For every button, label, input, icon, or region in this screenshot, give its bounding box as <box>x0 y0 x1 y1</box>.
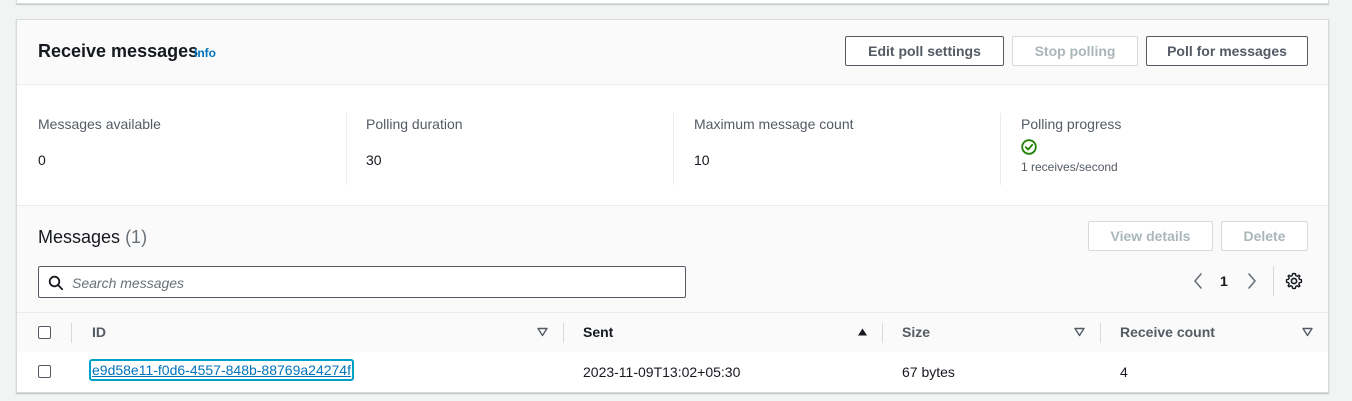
table-row[interactable]: e9d58e11-f0d6-4557-848b-88769a24274f 202… <box>17 352 1328 391</box>
stat-label: Polling progress <box>1021 116 1122 132</box>
table-header: ID Sent Size Receive count <box>17 312 1328 353</box>
stat-label: Polling duration <box>366 116 463 132</box>
divider <box>1100 323 1101 343</box>
column-header-id[interactable]: ID <box>92 324 106 340</box>
receive-messages-header: Receive messages Info Edit poll settings… <box>17 20 1328 85</box>
receive-messages-panel: Receive messages Info Edit poll settings… <box>16 19 1329 393</box>
row-checkbox[interactable] <box>38 365 51 378</box>
success-check-icon <box>1021 139 1037 155</box>
column-header-sent[interactable]: Sent <box>583 324 613 340</box>
divider <box>1273 266 1274 296</box>
divider <box>563 323 564 343</box>
stat-value: 0 <box>38 152 46 168</box>
stat-messages-available: Messages available 0 <box>38 85 338 205</box>
stat-max-message-count: Maximum message count 10 <box>694 85 994 205</box>
column-header-size[interactable]: Size <box>902 324 930 340</box>
stat-value: 30 <box>366 152 382 168</box>
sort-descending-icon[interactable] <box>1302 327 1313 337</box>
search-icon <box>48 275 64 291</box>
polling-stats: Messages available 0 Polling duration 30… <box>17 85 1328 205</box>
gear-icon[interactable] <box>1285 272 1303 290</box>
select-all-checkbox[interactable] <box>38 326 51 339</box>
info-link[interactable]: Info <box>194 46 216 60</box>
view-details-button[interactable]: View details <box>1088 221 1213 251</box>
divider <box>71 323 72 343</box>
stat-label: Messages available <box>38 116 161 132</box>
sort-descending-icon[interactable] <box>537 327 548 337</box>
divider <box>882 323 883 343</box>
polling-rate: 1 receives/second <box>1021 160 1118 174</box>
messages-count: (1) <box>125 227 148 247</box>
previous-panel-edge <box>16 0 1329 4</box>
divider <box>673 113 674 185</box>
message-id-link[interactable]: e9d58e11-f0d6-4557-848b-88769a24274f <box>89 359 354 381</box>
stat-value: 10 <box>694 152 710 168</box>
cell-size: 67 bytes <box>902 364 955 380</box>
poll-for-messages-button[interactable]: Poll for messages <box>1146 36 1308 66</box>
sort-descending-icon[interactable] <box>1074 327 1085 337</box>
sort-ascending-icon[interactable] <box>857 327 868 337</box>
stat-polling-duration: Polling duration 30 <box>366 85 666 205</box>
search-input[interactable]: Search messages <box>38 266 686 298</box>
stop-polling-button[interactable]: Stop polling <box>1012 36 1138 66</box>
messages-title: Messages (1) <box>38 227 147 248</box>
divider <box>1000 113 1001 185</box>
column-header-receive-count[interactable]: Receive count <box>1120 324 1215 340</box>
edit-poll-settings-button[interactable]: Edit poll settings <box>845 36 1004 66</box>
divider <box>346 113 347 185</box>
stat-label: Maximum message count <box>694 116 854 132</box>
cell-receive-count: 4 <box>1120 364 1128 380</box>
panel-title: Receive messages <box>38 41 199 61</box>
cell-sent: 2023-11-09T13:02+05:30 <box>583 364 741 380</box>
page-number[interactable]: 1 <box>1220 273 1228 289</box>
search-placeholder: Search messages <box>72 275 185 291</box>
stat-polling-progress: Polling progress 1 receives/second <box>1021 85 1311 205</box>
messages-header: Messages (1) View details Delete Search … <box>17 205 1328 313</box>
chevron-right-icon[interactable] <box>1246 272 1258 290</box>
chevron-left-icon[interactable] <box>1192 272 1204 290</box>
delete-button[interactable]: Delete <box>1221 221 1308 251</box>
messages-title-text: Messages <box>38 227 121 247</box>
